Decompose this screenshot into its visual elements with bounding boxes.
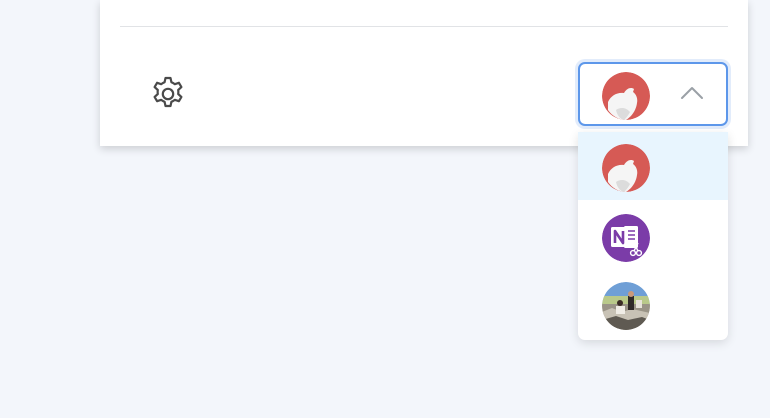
divider: [120, 26, 728, 27]
bear-logo-icon: [602, 144, 650, 192]
chevron-up-icon: [680, 86, 704, 105]
onenote-clipper-icon: [602, 214, 650, 262]
settings-panel: [100, 0, 748, 146]
dropdown-option-bear[interactable]: [578, 132, 728, 200]
account-selector[interactable]: [578, 62, 728, 126]
user-photo-avatar: [602, 282, 650, 330]
settings-button[interactable]: [148, 74, 188, 114]
dropdown-option-photo[interactable]: [578, 270, 728, 338]
gear-icon: [153, 76, 183, 108]
bear-logo-icon: [602, 72, 650, 120]
account-dropdown: [578, 132, 728, 340]
dropdown-option-onenote[interactable]: [578, 202, 728, 270]
